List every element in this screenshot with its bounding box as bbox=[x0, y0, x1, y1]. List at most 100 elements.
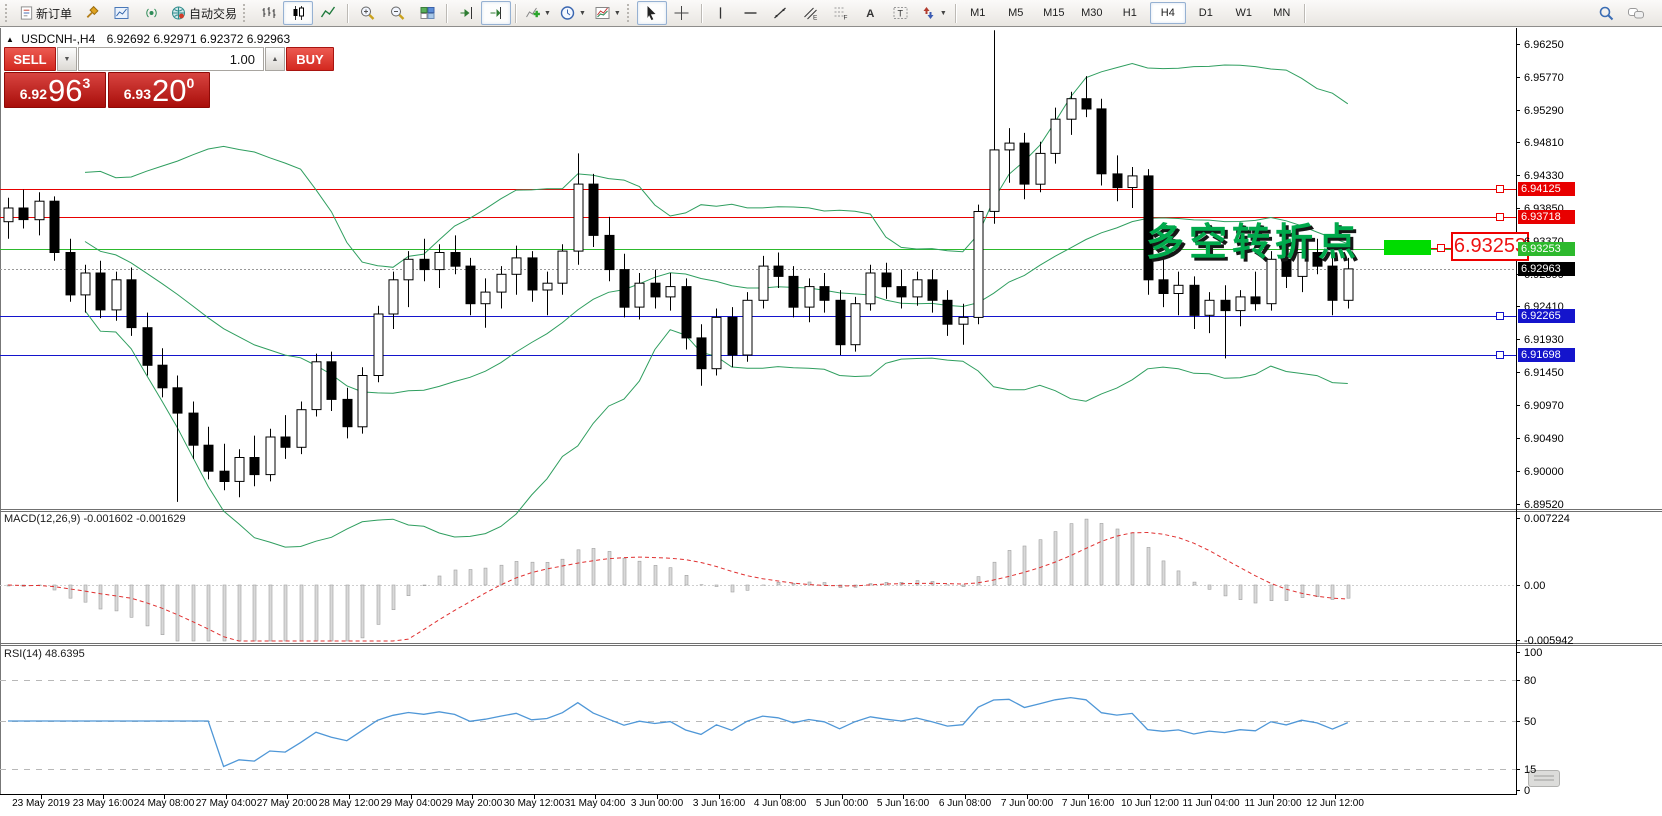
candle bbox=[712, 317, 721, 368]
sell-price-display[interactable]: 6.92 96 3 bbox=[4, 72, 106, 108]
macd-bar bbox=[377, 585, 380, 624]
timeframe-button-m15[interactable]: M15 bbox=[1036, 2, 1072, 24]
timeframe-button-mn[interactable]: MN bbox=[1264, 2, 1300, 24]
timeframe-toolbar: M1M5M15M30H1H4D1W1MN bbox=[960, 2, 1300, 24]
macd-bar bbox=[146, 585, 149, 626]
indicators-button[interactable]: ▼ bbox=[520, 1, 555, 25]
crosshair-tool-button[interactable] bbox=[667, 1, 697, 25]
candle bbox=[1082, 99, 1091, 109]
equidistant-channel-tool-button[interactable]: E bbox=[796, 1, 826, 25]
fibonacci-tool-button[interactable]: F bbox=[826, 1, 856, 25]
macd-bar bbox=[253, 585, 256, 641]
buy-button[interactable]: BUY bbox=[286, 47, 334, 71]
cursor-tool-button[interactable] bbox=[637, 1, 667, 25]
buy-price-display[interactable]: 6.93 20 0 bbox=[108, 72, 210, 108]
horizontal-line-tool-button[interactable] bbox=[736, 1, 766, 25]
candle bbox=[866, 273, 875, 304]
search-icon bbox=[1597, 5, 1615, 21]
candle bbox=[574, 184, 583, 251]
macd-bar bbox=[1254, 585, 1257, 603]
auto-trading-label: 自动交易 bbox=[189, 5, 237, 22]
macd-bar bbox=[99, 585, 102, 609]
timeframe-button-h1[interactable]: H1 bbox=[1112, 2, 1148, 24]
macd-bar bbox=[685, 575, 688, 585]
highlight-bar[interactable] bbox=[1384, 240, 1431, 255]
candle bbox=[1190, 285, 1199, 315]
new-order-button[interactable]: 新订单 bbox=[15, 1, 76, 25]
candle bbox=[805, 287, 814, 308]
macd-bar bbox=[1224, 585, 1227, 596]
arrows-icon bbox=[920, 5, 937, 21]
svg-text:T: T bbox=[898, 9, 904, 19]
globe-icon bbox=[170, 5, 187, 21]
timeframe-button-m1[interactable]: M1 bbox=[960, 2, 996, 24]
macd-bar bbox=[1054, 532, 1057, 585]
templates-button[interactable]: ▼ bbox=[590, 1, 625, 25]
candle bbox=[220, 471, 229, 481]
search-button[interactable] bbox=[1591, 1, 1621, 25]
trendline-icon bbox=[772, 5, 789, 21]
bar-chart-mode-button[interactable] bbox=[253, 1, 283, 25]
candle bbox=[943, 300, 952, 324]
line-chart-mode-button[interactable] bbox=[313, 1, 343, 25]
signal-button[interactable] bbox=[136, 1, 166, 25]
chart-annotation-text[interactable]: 多空转折点 bbox=[1146, 211, 1361, 266]
candle bbox=[836, 300, 845, 344]
candle bbox=[96, 273, 105, 310]
periods-button[interactable]: ▼ bbox=[555, 1, 590, 25]
candle bbox=[19, 208, 28, 220]
candle bbox=[1174, 285, 1183, 293]
candle bbox=[728, 317, 737, 355]
text-a-icon: A bbox=[863, 5, 878, 21]
horizontal-line-icon bbox=[742, 5, 759, 21]
arrows-tool-button[interactable]: ▼ bbox=[916, 1, 951, 25]
volume-input[interactable] bbox=[78, 47, 264, 71]
macd-bar bbox=[1301, 585, 1304, 598]
fibonacci-icon: F bbox=[832, 5, 849, 21]
macd-bar bbox=[115, 585, 118, 611]
timeframe-button-m30[interactable]: M30 bbox=[1074, 2, 1110, 24]
macd-bar bbox=[315, 585, 318, 641]
chart-shift-button[interactable] bbox=[481, 1, 511, 25]
candle bbox=[112, 280, 121, 310]
timeframe-button-d1[interactable]: D1 bbox=[1188, 2, 1224, 24]
zoom-out-button[interactable] bbox=[382, 1, 412, 25]
candlestick-mode-button[interactable] bbox=[283, 1, 313, 25]
timeframe-button-h4[interactable]: H4 bbox=[1150, 2, 1186, 24]
tile-windows-button[interactable] bbox=[412, 1, 442, 25]
trendline-tool-button[interactable] bbox=[766, 1, 796, 25]
buy-price-big: 20 bbox=[152, 75, 186, 106]
candle bbox=[343, 399, 352, 426]
candle bbox=[158, 365, 167, 388]
text-tool-button[interactable]: A bbox=[856, 1, 886, 25]
candle bbox=[897, 287, 906, 297]
label-tool-button[interactable]: T bbox=[886, 1, 916, 25]
candlestick-icon bbox=[290, 5, 307, 21]
macd-bar bbox=[1085, 519, 1088, 585]
candle bbox=[789, 276, 798, 307]
volume-increase-button[interactable]: ▲ bbox=[265, 47, 285, 71]
sell-button[interactable]: SELL bbox=[4, 47, 56, 71]
zoom-in-button[interactable] bbox=[352, 1, 382, 25]
timeframe-button-w1[interactable]: W1 bbox=[1226, 2, 1262, 24]
macd-bar bbox=[84, 585, 87, 602]
candle bbox=[481, 292, 490, 304]
macd-bar bbox=[1039, 540, 1042, 585]
candle bbox=[127, 280, 136, 328]
chat-icon bbox=[1626, 5, 1646, 21]
volume-decrease-button[interactable]: ▼ bbox=[57, 47, 77, 71]
auto-trading-button[interactable]: 自动交易 bbox=[166, 1, 241, 25]
zoom-in-icon bbox=[359, 5, 376, 21]
macd-bar bbox=[792, 583, 795, 585]
expert-advisors-button[interactable] bbox=[76, 1, 106, 25]
sell-price-sup: 3 bbox=[82, 75, 90, 91]
timeframe-button-m5[interactable]: M5 bbox=[998, 2, 1034, 24]
price-callout-box[interactable]: 6.93253 bbox=[1451, 232, 1529, 261]
candle bbox=[512, 258, 521, 274]
macd-bar bbox=[592, 548, 595, 585]
macd-bar bbox=[346, 585, 349, 641]
auto-scroll-button[interactable] bbox=[451, 1, 481, 25]
community-chat-button[interactable] bbox=[1621, 1, 1651, 25]
vertical-line-tool-button[interactable] bbox=[706, 1, 736, 25]
charts-window-button[interactable] bbox=[106, 1, 136, 25]
